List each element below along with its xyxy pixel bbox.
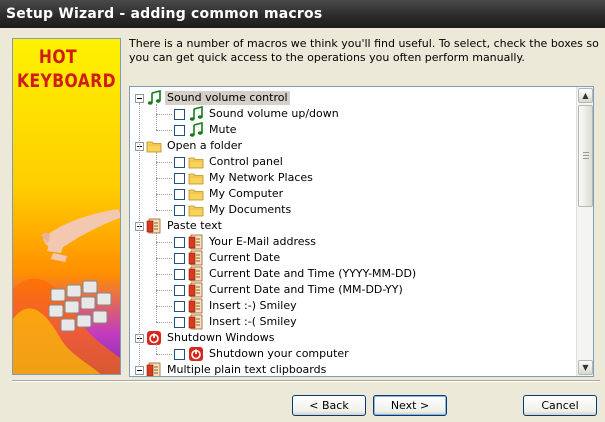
macro-checkbox[interactable] (174, 188, 185, 200)
tree-item-label: Shutdown your computer (209, 347, 349, 360)
tree-item-label: Mute (209, 123, 237, 136)
tree-item-label: My Network Places (209, 171, 313, 184)
tree-group-label: Multiple plain text clipboards (167, 363, 327, 376)
tree-item[interactable]: Mute (174, 121, 239, 138)
tree-group-label: Open a folder (167, 139, 243, 152)
tree-group[interactable]: Paste text (135, 218, 224, 234)
tree-item[interactable]: Current Date and Time (MM-DD-YY) (174, 282, 405, 298)
tree-item-label: My Computer (209, 187, 284, 200)
paste-text-icon (188, 298, 204, 314)
hot-keyboard-banner: HOT KEYBOARD (12, 38, 121, 375)
tree-item-label: Insert :-) Smiley (209, 299, 297, 312)
tree-item-label: My Documents (209, 203, 292, 216)
macro-checkbox[interactable] (174, 108, 185, 120)
scroll-down-button[interactable]: ▼ (578, 360, 593, 375)
brand-line-keyboard: KEYBOARD (17, 70, 116, 92)
tree-group[interactable]: Sound volume control (135, 89, 290, 106)
paste-text-icon (146, 218, 162, 234)
paste-text-icon (188, 314, 204, 330)
tree-item[interactable]: Shutdown your computer (174, 346, 351, 362)
macro-checkbox[interactable] (174, 172, 185, 184)
tree-item[interactable]: Insert :-( Smiley (174, 314, 299, 330)
brand-line-hot: HOT (38, 46, 78, 68)
macro-checkbox[interactable] (174, 284, 185, 296)
back-button[interactable]: < Back (292, 395, 366, 416)
macro-checkbox[interactable] (174, 268, 185, 280)
folder-icon (188, 154, 204, 170)
music-note-icon (146, 89, 162, 106)
tree-item[interactable]: Insert :-) Smiley (174, 298, 299, 314)
button-separator (12, 380, 600, 382)
window-title: Setup Wizard - adding common macros (0, 0, 605, 28)
tree-item-label: Insert :-( Smiley (209, 315, 297, 328)
power-icon (188, 346, 204, 362)
tree-group-label: Paste text (167, 219, 222, 232)
tree-item[interactable]: Current Date and Time (YYYY-MM-DD) (174, 266, 418, 282)
tree-item-label: Current Date and Time (YYYY-MM-DD) (209, 267, 417, 280)
tree-item-label: Control panel (209, 155, 283, 168)
tree-group-label: Shutdown Windows (167, 331, 275, 344)
collapse-toggle[interactable] (135, 93, 144, 103)
folder-icon (188, 170, 204, 186)
folder-icon (188, 202, 204, 218)
intro-text: There is a number of macros we think you… (129, 37, 599, 64)
tree-item[interactable]: Control panel (174, 154, 285, 170)
scroll-up-button[interactable]: ▲ (578, 88, 593, 103)
macro-checkbox[interactable] (174, 252, 185, 264)
macro-checkbox[interactable] (174, 124, 185, 136)
macro-checkbox[interactable] (174, 300, 185, 312)
paste-text-icon (188, 250, 204, 266)
tree-item-label: Your E-Mail address (209, 235, 316, 248)
macro-tree[interactable]: Sound volume control Sound volume up/down… (129, 86, 594, 377)
folder-icon (146, 138, 162, 154)
tree-item-label: Sound volume up/down (209, 107, 339, 120)
tree-item[interactable]: Current Date (174, 250, 282, 266)
tree-group[interactable]: Multiple plain text clipboards (135, 362, 328, 376)
tree-item-label: Current Date (209, 251, 281, 264)
collapse-toggle[interactable] (135, 365, 144, 375)
tree-item-label: Current Date and Time (MM-DD-YY) (209, 283, 403, 296)
tree-group[interactable]: Open a folder (135, 138, 244, 154)
paste-text-icon (146, 362, 162, 376)
paste-text-icon (188, 234, 204, 250)
macro-checkbox[interactable] (174, 204, 185, 216)
next-button[interactable]: Next > (373, 395, 447, 416)
macro-checkbox[interactable] (174, 316, 185, 328)
music-note-icon (188, 121, 204, 138)
tree-item[interactable]: Sound volume up/down (174, 105, 341, 122)
cancel-button[interactable]: Cancel (523, 395, 597, 416)
tree-item[interactable]: My Network Places (174, 170, 315, 186)
macro-checkbox[interactable] (174, 348, 185, 360)
macro-checkbox[interactable] (174, 236, 185, 248)
tree-item[interactable]: Your E-Mail address (174, 234, 318, 250)
music-note-icon (188, 105, 204, 122)
tree-group-label: Sound volume control (165, 91, 290, 105)
scroll-thumb[interactable] (578, 105, 593, 207)
paste-text-icon (188, 282, 204, 298)
macro-checkbox[interactable] (174, 156, 185, 168)
macro-tree-viewport: Sound volume control Sound volume up/down… (130, 87, 576, 376)
paste-text-icon (188, 266, 204, 282)
tree-item[interactable]: My Computer (174, 186, 285, 202)
folder-icon (188, 186, 204, 202)
tree-scrollbar[interactable]: ▲ ▼ (576, 87, 593, 376)
tree-item[interactable]: My Documents (174, 202, 293, 218)
power-icon (146, 330, 162, 346)
